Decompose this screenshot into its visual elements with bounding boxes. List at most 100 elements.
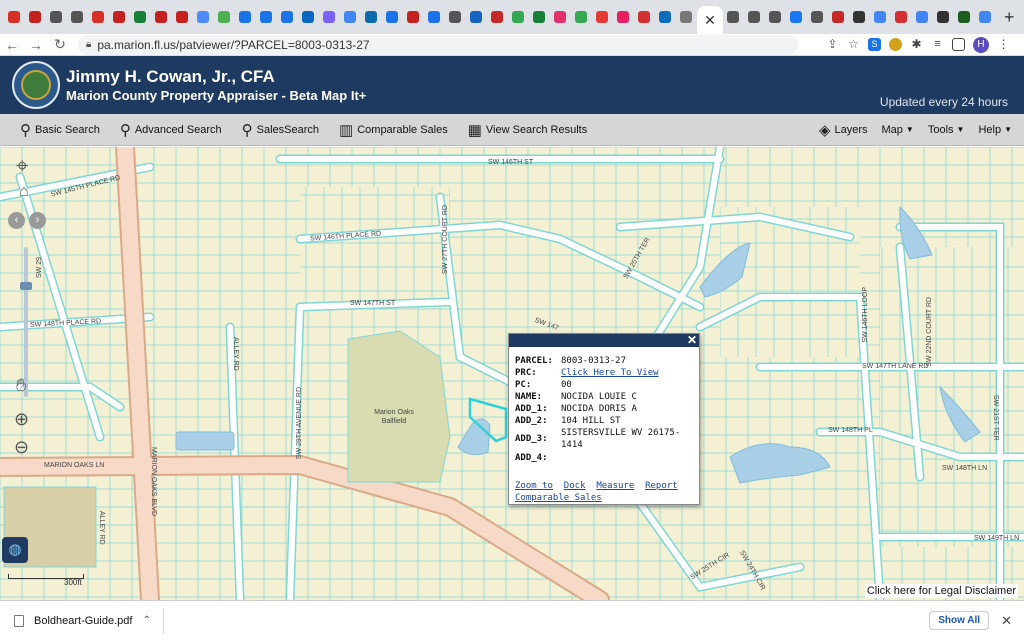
home-icon[interactable]: ⌂: [19, 183, 29, 201]
tab-search-icon[interactable]: ⌄: [1004, 8, 1014, 22]
popup-titlebar: ✕: [509, 333, 699, 347]
popup-close-button[interactable]: ✕: [687, 333, 697, 347]
puzzle-icon[interactable]: ✱: [910, 38, 923, 51]
url-input[interactable]: 🔒︎ pa.marion.fl.us/patviewer/?PARCEL=800…: [78, 34, 798, 55]
chevron-up-icon[interactable]: ⌃: [143, 615, 151, 626]
parcel-value: 8003-0313-27: [561, 356, 627, 366]
browser-tab[interactable]: [634, 6, 654, 28]
extension-icon[interactable]: [889, 38, 902, 51]
pan-left-button[interactable]: ‹: [8, 212, 25, 229]
browser-tab[interactable]: [277, 6, 297, 28]
browser-tab[interactable]: [214, 6, 234, 28]
browser-tab[interactable]: [807, 6, 827, 28]
zoom-slider-handle[interactable]: [20, 282, 32, 290]
bookmark-star-icon[interactable]: ☆: [847, 38, 860, 51]
advanced-search-button[interactable]: ⚲ Advanced Search: [120, 121, 222, 139]
extension-icon[interactable]: S: [868, 38, 881, 51]
show-all-button[interactable]: Show All: [929, 611, 990, 630]
browser-tab[interactable]: [592, 6, 612, 28]
sidepanel-icon[interactable]: [952, 38, 965, 51]
browser-tab[interactable]: [319, 6, 339, 28]
tools-menu[interactable]: Tools ▼: [928, 124, 965, 136]
browser-tab[interactable]: [571, 6, 591, 28]
basic-search-button[interactable]: ⚲ Basic Search: [20, 121, 100, 139]
prc-link[interactable]: Click Here To View: [561, 368, 659, 378]
zoom-out-icon[interactable]: ⊖: [14, 437, 29, 458]
browser-tab[interactable]: [529, 6, 549, 28]
tab-favicon-icon: [748, 11, 760, 23]
basemap-globe-icon[interactable]: ◍: [2, 537, 28, 563]
profile-avatar[interactable]: H: [973, 36, 989, 53]
parcel-map[interactable]: SW 146TH ST SW 145TH PLACE RD SW 146TH P…: [0, 147, 1024, 600]
menu-dots-icon[interactable]: ⋮: [997, 38, 1010, 51]
browser-tab[interactable]: [424, 6, 444, 28]
back-icon[interactable]: ←: [0, 37, 24, 53]
browser-tab[interactable]: [4, 6, 24, 28]
browser-tab[interactable]: [466, 6, 486, 28]
browser-tab[interactable]: [655, 6, 675, 28]
dock-link[interactable]: Dock: [564, 481, 586, 491]
browser-tab[interactable]: [828, 6, 848, 28]
browser-tab[interactable]: [88, 6, 108, 28]
pan-hand-icon[interactable]: ✋︎: [16, 375, 26, 396]
browser-tab[interactable]: [613, 6, 633, 28]
playlist-icon[interactable]: ≡: [931, 38, 944, 51]
browser-tab[interactable]: [46, 6, 66, 28]
download-item[interactable]: Boldheart-Guide.pdf ⌃: [14, 607, 164, 634]
comparable-sales-link[interactable]: Comparable Sales: [515, 493, 602, 503]
browser-tab[interactable]: [130, 6, 150, 28]
browser-tab[interactable]: [193, 6, 213, 28]
browser-tab[interactable]: [382, 6, 402, 28]
measure-link[interactable]: Measure: [596, 481, 634, 491]
active-tab-close-button[interactable]: ✕: [697, 6, 723, 34]
browser-tab[interactable]: [786, 6, 806, 28]
zoom-in-icon[interactable]: ⊕: [14, 409, 29, 430]
browser-tab[interactable]: [298, 6, 318, 28]
browser-tab[interactable]: [361, 6, 381, 28]
add2-value: 104 HILL ST: [561, 416, 621, 426]
browser-tab[interactable]: [676, 6, 696, 28]
browser-tab[interactable]: [550, 6, 570, 28]
layers-button[interactable]: ◈ Layers: [819, 121, 868, 139]
browser-tab[interactable]: [235, 6, 255, 28]
browser-tab[interactable]: [508, 6, 528, 28]
pan-right-button[interactable]: ›: [29, 212, 46, 229]
browser-tab[interactable]: [67, 6, 87, 28]
browser-tab[interactable]: [403, 6, 423, 28]
tab-favicon-icon: [344, 11, 356, 23]
browser-tab[interactable]: [445, 6, 465, 28]
add3-value: SISTERSVILLE WV 26175-: [561, 428, 681, 438]
browser-tab[interactable]: [723, 6, 743, 28]
browser-tab[interactable]: [870, 6, 890, 28]
browser-tab[interactable]: [975, 6, 995, 28]
browser-tab[interactable]: [891, 6, 911, 28]
browser-tab[interactable]: [744, 6, 764, 28]
close-downloads-button[interactable]: ✕: [1001, 613, 1012, 629]
browser-tab[interactable]: [765, 6, 785, 28]
map-menu[interactable]: Map ▼: [882, 124, 914, 136]
browser-tab[interactable]: [256, 6, 276, 28]
report-link[interactable]: Report: [645, 481, 678, 491]
browser-tab[interactable]: [172, 6, 192, 28]
browser-tab[interactable]: [849, 6, 869, 28]
share-icon[interactable]: ⇪: [826, 38, 839, 51]
forward-icon[interactable]: →: [24, 37, 48, 53]
tab-favicon-icon: [323, 11, 335, 23]
sales-search-button[interactable]: ⚲ SalesSearch: [242, 121, 319, 139]
browser-tab[interactable]: [933, 6, 953, 28]
browser-tab[interactable]: [109, 6, 129, 28]
help-menu[interactable]: Help ▼: [978, 124, 1012, 136]
comparable-sales-button[interactable]: ▥ Comparable Sales: [339, 121, 448, 139]
browser-tab[interactable]: [340, 6, 360, 28]
lock-icon: 🔒︎: [86, 39, 92, 50]
zoom-to-link[interactable]: Zoom to: [515, 481, 553, 491]
browser-tab[interactable]: [151, 6, 171, 28]
legal-disclaimer-link[interactable]: Click here for Legal Disclaimer: [864, 584, 1018, 598]
locate-icon[interactable]: ⌖: [16, 153, 28, 179]
browser-tab[interactable]: [487, 6, 507, 28]
reload-icon[interactable]: ↻: [48, 36, 72, 53]
view-search-results-button[interactable]: ▦ View Search Results: [468, 121, 587, 139]
browser-tab[interactable]: [954, 6, 974, 28]
browser-tab[interactable]: [912, 6, 932, 28]
browser-tab[interactable]: [25, 6, 45, 28]
